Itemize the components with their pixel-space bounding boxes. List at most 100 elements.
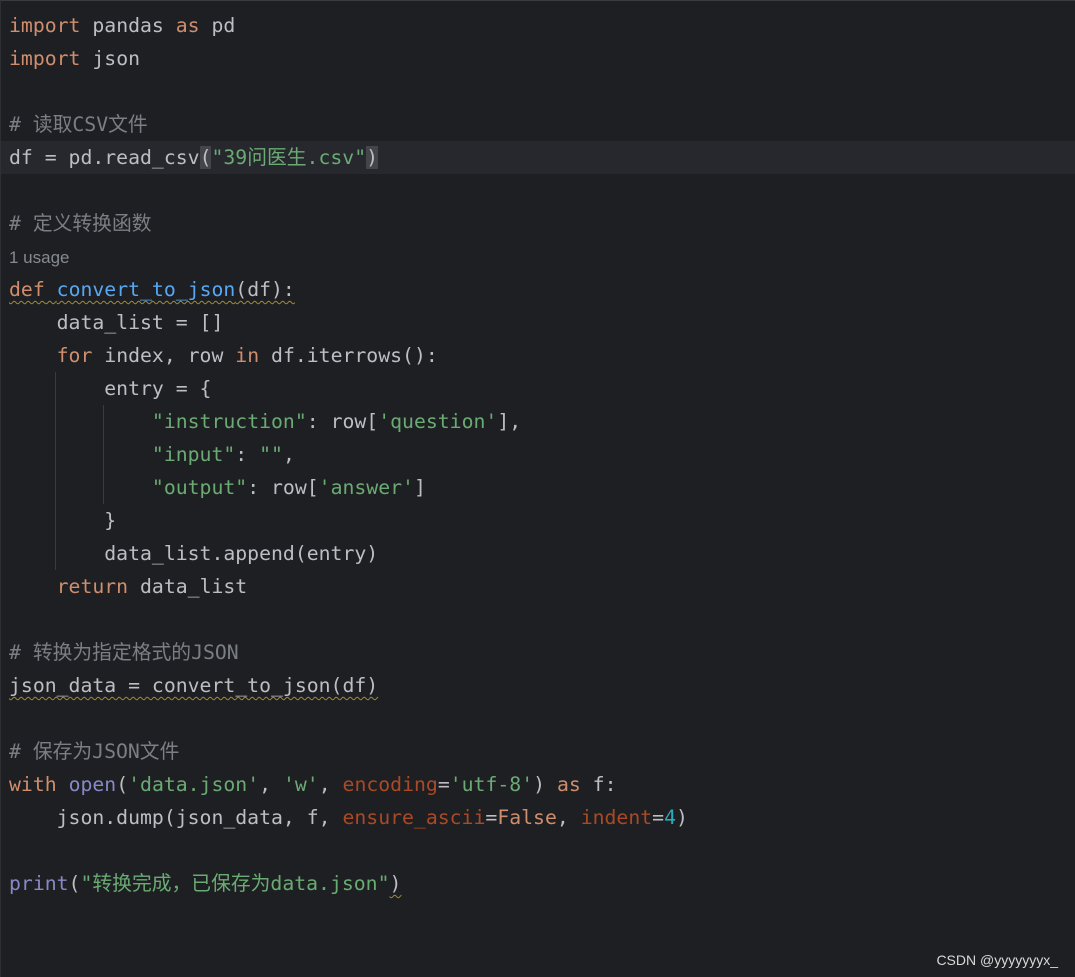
- code-token: "input": [151, 443, 236, 466]
- code-line[interactable]: "instruction": row['question'],: [9, 405, 1075, 438]
- code-token: :: [235, 443, 260, 466]
- code-line[interactable]: import json: [9, 42, 1075, 75]
- code-token: }: [9, 509, 117, 532]
- code-token: open: [68, 773, 117, 796]
- code-token: "39问医生.csv": [211, 146, 367, 169]
- code-token: 'w': [282, 773, 319, 796]
- code-token: print: [9, 872, 69, 895]
- code-line[interactable]: [9, 834, 1075, 867]
- code-token: with: [9, 773, 57, 796]
- code-token: json_data = convert_to_json(df): [9, 674, 379, 697]
- code-token: data_list: [128, 575, 248, 598]
- code-line[interactable]: [9, 702, 1075, 735]
- code-token: for: [56, 344, 93, 367]
- code-token: indent: [580, 806, 653, 829]
- code-token: entry = {: [9, 377, 212, 400]
- code-token: # 定义转换函数: [9, 212, 152, 235]
- indent-guide-for-body: [55, 372, 56, 570]
- code-line[interactable]: print("转换完成，已保存为data.json"): [9, 867, 1075, 900]
- code-token: return: [56, 575, 129, 598]
- code-token: (: [199, 146, 212, 169]
- code-token: =: [437, 773, 450, 796]
- code-token: (: [116, 773, 129, 796]
- code-token: import: [9, 47, 81, 70]
- code-line[interactable]: def convert_to_json(df):: [9, 273, 1075, 306]
- watermark: CSDN @yyyyyyyx_: [936, 952, 1058, 968]
- code-token: : row[: [306, 410, 379, 433]
- code-token: =: [485, 806, 498, 829]
- code-token: =: [652, 806, 665, 829]
- code-token: False: [497, 806, 557, 829]
- code-token: pd: [199, 14, 236, 37]
- code-line[interactable]: [9, 174, 1075, 207]
- code-line[interactable]: # 读取CSV文件: [9, 108, 1075, 141]
- code-token: : row[: [247, 476, 319, 499]
- code-token: ensure_ascii: [342, 806, 486, 829]
- code-token: data_list.append(entry): [9, 542, 379, 565]
- code-line[interactable]: for index, row in df.iterrows():: [9, 339, 1075, 372]
- code-token: import: [9, 14, 81, 37]
- code-token: # 保存为JSON文件: [9, 740, 180, 763]
- code-token: ,: [259, 773, 283, 796]
- code-token: index, row: [92, 344, 236, 367]
- code-token: ): [366, 146, 379, 169]
- code-token: ): [676, 806, 688, 829]
- code-line[interactable]: data_list.append(entry): [9, 537, 1075, 570]
- code-token: "output": [151, 476, 248, 499]
- code-token: ,: [556, 806, 581, 829]
- code-line[interactable]: json.dump(json_data, f, ensure_ascii=Fal…: [9, 801, 1075, 834]
- code-token: # 转换为指定格式的JSON: [9, 641, 239, 664]
- code-token: 'question': [378, 410, 498, 433]
- code-token: encoding: [342, 773, 438, 796]
- code-line[interactable]: # 保存为JSON文件: [9, 735, 1075, 768]
- code-token: 1 usage: [9, 248, 70, 267]
- code-token: "": [259, 443, 283, 466]
- code-line[interactable]: }: [9, 504, 1075, 537]
- code-token: 4: [664, 806, 676, 829]
- code-token: df = pd.read_csv: [9, 146, 200, 169]
- code-token: "转换完成，已保存为data.json": [80, 872, 390, 895]
- code-line[interactable]: json_data = convert_to_json(df): [9, 669, 1075, 702]
- code-line[interactable]: [9, 603, 1075, 636]
- code-token: as: [175, 14, 200, 37]
- code-line[interactable]: data_list = []: [9, 306, 1075, 339]
- code-token: 'answer': [318, 476, 414, 499]
- code-token: (: [68, 872, 81, 895]
- code-line[interactable]: entry = {: [9, 372, 1075, 405]
- code-line[interactable]: import pandas as pd: [9, 9, 1075, 42]
- code-line[interactable]: return data_list: [9, 570, 1075, 603]
- code-token: json.dump(json_data, f,: [9, 806, 343, 829]
- code-token: as: [556, 773, 581, 796]
- code-line[interactable]: "input": "",: [9, 438, 1075, 471]
- code-token: ,: [282, 443, 295, 466]
- code-token: def: [9, 278, 45, 301]
- code-line[interactable]: # 定义转换函数: [9, 207, 1075, 240]
- code-area[interactable]: import pandas as pd import json # 读取CSV文件 d…: [1, 9, 1075, 900]
- code-token: # 读取CSV文件: [9, 113, 148, 136]
- code-line[interactable]: "output": row['answer']: [9, 471, 1075, 504]
- code-line[interactable]: # 转换为指定格式的JSON: [9, 636, 1075, 669]
- code-line[interactable]: with open('data.json', 'w', encoding='ut…: [9, 768, 1075, 801]
- code-token: ): [533, 773, 557, 796]
- code-token: "instruction": [151, 410, 307, 433]
- code-editor[interactable]: import pandas as pd import json # 读取CSV文件 d…: [0, 0, 1075, 977]
- code-token: pandas: [80, 14, 176, 37]
- code-token: json: [80, 47, 141, 70]
- code-token: (df):: [235, 278, 295, 301]
- usage-hint[interactable]: 1 usage: [9, 240, 1075, 273]
- code-token: convert_to_json: [56, 278, 236, 301]
- code-token: in: [235, 344, 260, 367]
- code-token: 'data.json': [128, 773, 260, 796]
- code-line[interactable]: [9, 75, 1075, 108]
- code-token: df.iterrows():: [259, 344, 438, 367]
- code-line[interactable]: df = pd.read_csv("39问医生.csv"): [1, 141, 1075, 174]
- code-token: ): [389, 872, 402, 895]
- code-token: f:: [580, 773, 617, 796]
